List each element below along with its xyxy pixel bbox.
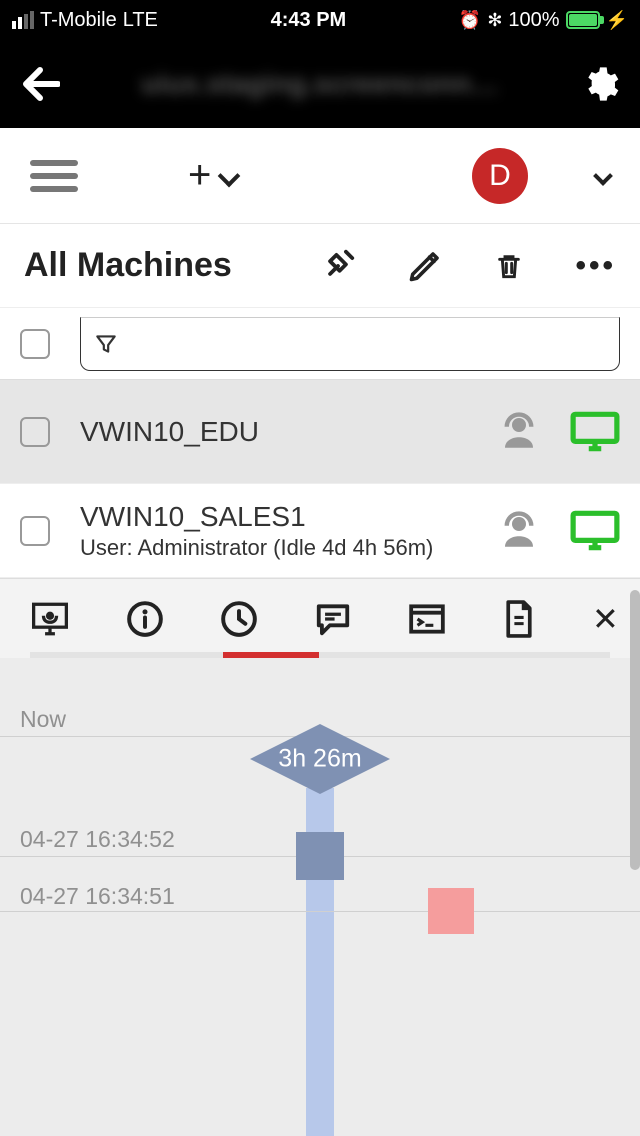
- agent-icon: [498, 510, 540, 552]
- scroll-indicator: [630, 590, 640, 870]
- battery-pct: 100%: [508, 9, 559, 32]
- battery-icon: [566, 11, 600, 29]
- timeline-marker-label: 3h 26m: [278, 745, 361, 774]
- network-label: LTE: [123, 9, 158, 32]
- tab-commands[interactable]: [408, 602, 446, 636]
- signal-icon: [12, 11, 34, 29]
- charging-icon: ⚡: [606, 10, 628, 31]
- bluetooth-icon: ✻: [487, 10, 502, 31]
- timeline-pane[interactable]: Now 3h 26m 04-27 16:34:52 04-27 16:34:51: [0, 658, 640, 1136]
- timeline-event-host[interactable]: [296, 832, 344, 880]
- machine-name: VWIN10_SALES1: [80, 501, 468, 533]
- detail-tabs: ✕: [0, 578, 640, 658]
- tab-messages[interactable]: [314, 601, 352, 637]
- row-checkbox[interactable]: [20, 417, 50, 447]
- menu-button[interactable]: [30, 160, 78, 192]
- connect-button[interactable]: [319, 247, 357, 285]
- chevron-down-icon: [218, 164, 241, 187]
- timeline-gridline: [0, 911, 640, 912]
- tab-screenshot[interactable]: [30, 601, 70, 637]
- filter-input[interactable]: [80, 317, 620, 371]
- select-all-checkbox[interactable]: [20, 329, 50, 359]
- carrier-label: T-Mobile: [40, 9, 117, 32]
- agent-icon: [498, 411, 540, 453]
- tab-timeline[interactable]: [220, 600, 258, 638]
- section-header: All Machines •••: [0, 224, 640, 308]
- page-title-blurred: uiux.staging.screenconn…: [141, 68, 499, 100]
- status-bar: T-Mobile LTE 4:43 PM ⏰ ✻ 100% ⚡: [0, 0, 640, 40]
- toolbar: + D: [0, 128, 640, 224]
- machine-name: VWIN10_EDU: [80, 416, 468, 448]
- add-dropdown[interactable]: +: [188, 153, 237, 198]
- plus-icon: +: [188, 153, 211, 198]
- machine-row[interactable]: VWIN10_SALES1 User: Administrator (Idle …: [0, 484, 640, 578]
- tab-info[interactable]: [126, 600, 164, 638]
- clock-label: 4:43 PM: [271, 9, 347, 32]
- timeline-event-guest[interactable]: [428, 888, 474, 934]
- timeline-timestamp: 04-27 16:34:52: [20, 826, 175, 853]
- user-menu-chevron[interactable]: [593, 166, 613, 186]
- online-monitor-icon: [570, 510, 620, 552]
- edit-button[interactable]: [407, 248, 443, 284]
- timeline-current-marker[interactable]: 3h 26m: [250, 724, 390, 794]
- machine-subtitle: User: Administrator (Idle 4d 4h 56m): [80, 535, 468, 561]
- settings-button[interactable]: [580, 64, 620, 104]
- close-details-button[interactable]: ✕: [592, 600, 619, 638]
- row-checkbox[interactable]: [20, 516, 50, 546]
- section-title: All Machines: [24, 246, 269, 285]
- online-monitor-icon: [570, 411, 620, 453]
- delete-button[interactable]: [493, 246, 525, 286]
- timeline-timestamp: 04-27 16:34:51: [20, 883, 175, 910]
- tab-notes[interactable]: [502, 599, 536, 639]
- alarm-icon: ⏰: [459, 10, 481, 31]
- app-header: uiux.staging.screenconn…: [0, 40, 640, 128]
- filter-icon: [93, 329, 119, 359]
- user-avatar[interactable]: D: [472, 148, 528, 204]
- timeline-now-label: Now: [20, 706, 66, 733]
- filter-row: [0, 308, 640, 380]
- back-button[interactable]: [20, 66, 60, 102]
- more-button[interactable]: •••: [575, 249, 616, 283]
- machine-row[interactable]: VWIN10_EDU: [0, 380, 640, 484]
